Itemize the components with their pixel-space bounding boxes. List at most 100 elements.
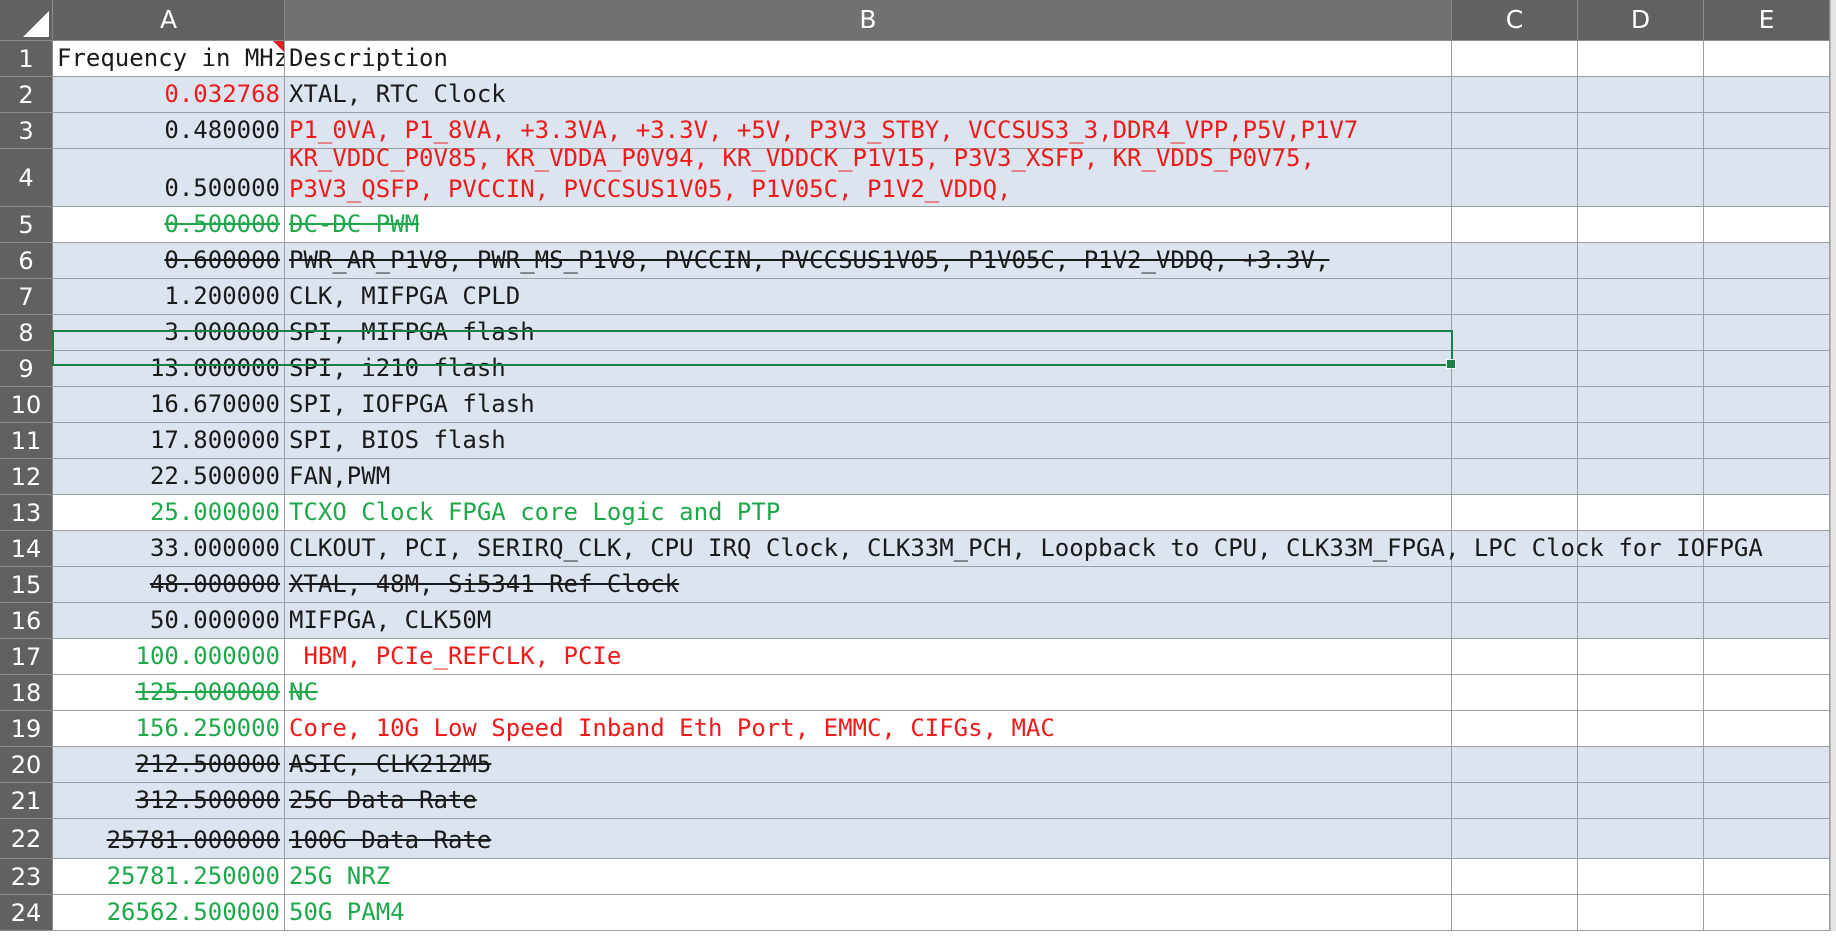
- comment-indicator-icon[interactable]: [273, 41, 284, 52]
- cell-b4[interactable]: KR_VDDC_P0V85, KR_VDDA_P0V94, KR_VDDCK_P…: [285, 144, 1452, 207]
- cell-d1[interactable]: [1578, 41, 1704, 77]
- row-header-1[interactable]: 1: [0, 41, 53, 77]
- cell-e11[interactable]: [1704, 423, 1830, 459]
- column-header-c[interactable]: C: [1452, 0, 1578, 41]
- vertical-scrollbar-edge[interactable]: [1830, 711, 1836, 747]
- cell-a5[interactable]: 0.500000: [53, 207, 285, 243]
- cell-c18[interactable]: [1452, 675, 1578, 711]
- row-header-23[interactable]: 23: [0, 859, 53, 895]
- cell-c15[interactable]: [1452, 567, 1578, 603]
- cell-e6[interactable]: [1704, 243, 1830, 279]
- cell-d10[interactable]: [1578, 387, 1704, 423]
- vertical-scrollbar-edge[interactable]: [1830, 41, 1836, 77]
- cell-c3[interactable]: [1452, 113, 1578, 149]
- row-header-22[interactable]: 22: [0, 819, 53, 859]
- cell-a8[interactable]: 3.000000: [53, 315, 285, 351]
- cell-b12[interactable]: FAN,PWM: [285, 459, 1452, 495]
- cell-c6[interactable]: [1452, 243, 1578, 279]
- cell-b18[interactable]: NC: [285, 675, 1452, 711]
- cell-d13[interactable]: [1578, 495, 1704, 531]
- vertical-scrollbar-edge[interactable]: [1830, 77, 1836, 113]
- cell-d12[interactable]: [1578, 459, 1704, 495]
- cell-b20[interactable]: ASIC, CLK212M5: [285, 747, 1452, 783]
- cell-c17[interactable]: [1452, 639, 1578, 675]
- cell-b15[interactable]: XTAL, 48M, Si5341 Ref Clock: [285, 567, 1452, 603]
- row-header-19[interactable]: 19: [0, 711, 53, 747]
- cell-b24[interactable]: 50G PAM4: [285, 895, 1452, 931]
- cell-c1[interactable]: [1452, 41, 1578, 77]
- cell-e12[interactable]: [1704, 459, 1830, 495]
- cell-b16[interactable]: MIFPGA, CLK50M: [285, 603, 1452, 639]
- cell-a22[interactable]: 25781.000000: [53, 819, 285, 859]
- vertical-scrollbar-edge[interactable]: [1830, 859, 1836, 895]
- cell-e4[interactable]: [1704, 149, 1830, 207]
- row-header-11[interactable]: 11: [0, 423, 53, 459]
- cell-c24[interactable]: [1452, 895, 1578, 931]
- row-header-9[interactable]: 9: [0, 351, 53, 387]
- vertical-scrollbar-edge[interactable]: [1830, 531, 1836, 567]
- spreadsheet-grid[interactable]: A B C D E 1 Frequency in MHz Description 2 0…: [0, 0, 1836, 949]
- row-header-8[interactable]: 8: [0, 315, 53, 351]
- column-header-a[interactable]: A: [53, 0, 285, 41]
- select-all-corner[interactable]: [0, 0, 53, 41]
- cell-d22[interactable]: [1578, 819, 1704, 859]
- cell-e24[interactable]: [1704, 895, 1830, 931]
- column-header-b[interactable]: B: [285, 0, 1452, 41]
- vertical-scrollbar-edge[interactable]: [1830, 351, 1836, 387]
- cell-d7[interactable]: [1578, 279, 1704, 315]
- cell-c7[interactable]: [1452, 279, 1578, 315]
- row-header-21[interactable]: 21: [0, 783, 53, 819]
- vertical-scrollbar-edge[interactable]: [1830, 387, 1836, 423]
- cell-b21[interactable]: 25G Data Rate: [285, 783, 1452, 819]
- cell-c22[interactable]: [1452, 819, 1578, 859]
- cell-a17[interactable]: 100.000000: [53, 639, 285, 675]
- cell-c10[interactable]: [1452, 387, 1578, 423]
- cell-a2[interactable]: 0.032768: [53, 77, 285, 113]
- row-header-14[interactable]: 14: [0, 531, 53, 567]
- cell-b19[interactable]: Core, 10G Low Speed Inband Eth Port, EMM…: [285, 711, 1452, 747]
- cell-a16[interactable]: 50.000000: [53, 603, 285, 639]
- cell-e17[interactable]: [1704, 639, 1830, 675]
- row-header-20[interactable]: 20: [0, 747, 53, 783]
- cell-d9[interactable]: [1578, 351, 1704, 387]
- row-header-3[interactable]: 3: [0, 113, 53, 149]
- cell-a7[interactable]: 1.200000: [53, 279, 285, 315]
- row-header-5[interactable]: 5: [0, 207, 53, 243]
- cell-b23[interactable]: 25G NRZ: [285, 859, 1452, 895]
- vertical-scrollbar-edge[interactable]: [1830, 747, 1836, 783]
- row-header-2[interactable]: 2: [0, 77, 53, 113]
- cell-d6[interactable]: [1578, 243, 1704, 279]
- cell-c2[interactable]: [1452, 77, 1578, 113]
- cell-c4[interactable]: [1452, 149, 1578, 207]
- cell-e7[interactable]: [1704, 279, 1830, 315]
- cell-d21[interactable]: [1578, 783, 1704, 819]
- cell-c19[interactable]: [1452, 711, 1578, 747]
- cell-c13[interactable]: [1452, 495, 1578, 531]
- vertical-scrollbar-edge[interactable]: [1830, 207, 1836, 243]
- vertical-scrollbar-edge[interactable]: [1830, 819, 1836, 859]
- cell-a6[interactable]: 0.600000: [53, 243, 285, 279]
- cell-d2[interactable]: [1578, 77, 1704, 113]
- cell-b22[interactable]: 100G Data Rate: [285, 819, 1452, 859]
- cell-b10[interactable]: SPI, IOFPGA flash: [285, 387, 1452, 423]
- cell-e18[interactable]: [1704, 675, 1830, 711]
- cell-a10[interactable]: 16.670000: [53, 387, 285, 423]
- cell-b7[interactable]: CLK, MIFPGA CPLD: [285, 279, 1452, 315]
- row-header-16[interactable]: 16: [0, 603, 53, 639]
- cell-b17[interactable]: HBM, PCIe_REFCLK, PCIe: [285, 639, 1452, 675]
- row-header-17[interactable]: 17: [0, 639, 53, 675]
- vertical-scrollbar-edge[interactable]: [1830, 639, 1836, 675]
- cell-a14[interactable]: 33.000000: [53, 531, 285, 567]
- column-header-d[interactable]: D: [1578, 0, 1704, 41]
- cell-a9[interactable]: 13.000000: [53, 351, 285, 387]
- cell-a1[interactable]: Frequency in MHz: [53, 41, 285, 77]
- vertical-scrollbar-edge[interactable]: [1830, 495, 1836, 531]
- cell-d3[interactable]: [1578, 113, 1704, 149]
- cell-e2[interactable]: [1704, 77, 1830, 113]
- cell-b11[interactable]: SPI, BIOS flash: [285, 423, 1452, 459]
- cell-d11[interactable]: [1578, 423, 1704, 459]
- vertical-scrollbar-edge[interactable]: [1830, 423, 1836, 459]
- cell-a13[interactable]: 25.000000: [53, 495, 285, 531]
- cell-d23[interactable]: [1578, 859, 1704, 895]
- cell-e1[interactable]: [1704, 41, 1830, 77]
